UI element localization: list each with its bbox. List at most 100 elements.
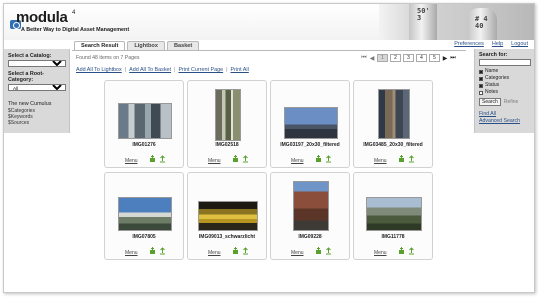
asset-thumbnail[interactable]	[378, 89, 410, 139]
asset-card[interactable]: IMG09228 Menu	[270, 172, 350, 260]
search-input[interactable]	[479, 59, 531, 66]
left-sidebar: Select a Catalog: Select a Root-Category…	[4, 49, 70, 133]
add-to-lightbox-icon[interactable]	[315, 155, 322, 163]
first-page-icon[interactable]: ⏮	[361, 55, 367, 62]
add-to-basket-icon[interactable]	[159, 155, 166, 163]
add-to-lightbox-icon[interactable]	[149, 155, 156, 163]
asset-caption: IMG03197_20x30_filtered	[280, 142, 340, 148]
separator: |	[174, 67, 176, 73]
checkbox-notes[interactable]: Notes	[479, 89, 530, 96]
page-3[interactable]: 3	[403, 54, 414, 62]
asset-card[interactable]: IMG09013_schwarzlicht Menu	[187, 172, 267, 260]
search-button-row: Search Refine	[479, 98, 530, 106]
print-current-page-link[interactable]: Print Current Page	[178, 67, 223, 73]
action-links: Add All To Lightbox | Add All To Basket …	[76, 67, 249, 73]
logo-version: 4	[72, 10, 76, 16]
checkbox-label: Status	[485, 82, 500, 88]
pagination: ⏮ ◀ 1 2 3 4 5 ▶ ⏭	[361, 54, 456, 62]
next-page-icon[interactable]: ▶	[442, 55, 448, 62]
asset-thumbnail[interactable]	[284, 107, 338, 139]
checkbox-name[interactable]: Name	[479, 68, 530, 75]
add-to-lightbox-icon[interactable]	[315, 247, 322, 255]
asset-thumbnail[interactable]	[198, 201, 258, 231]
logo-text: modula	[16, 9, 68, 26]
asset-menu-link[interactable]: Menu	[208, 250, 221, 256]
asset-card[interactable]: IMG03485_20x30_filtered Menu	[353, 80, 433, 168]
asset-caption: IMG11778	[381, 234, 405, 240]
prev-page-icon[interactable]: ◀	[369, 55, 375, 62]
asset-caption: IMG09228	[298, 234, 322, 240]
page-5[interactable]: 5	[429, 54, 440, 62]
asset-menu-link[interactable]: Menu	[291, 250, 304, 256]
add-to-basket-icon[interactable]	[325, 155, 332, 163]
cumulus-title: The new Cumulus	[8, 101, 52, 107]
tab-basket[interactable]: Basket	[166, 41, 200, 50]
add-all-basket-link[interactable]: Add All To Basket	[129, 67, 171, 73]
checkbox-label: Categories	[485, 75, 510, 81]
checkbox-icon[interactable]	[479, 76, 483, 81]
last-page-icon[interactable]: ⏭	[450, 55, 456, 62]
add-to-basket-icon[interactable]	[325, 247, 332, 255]
page-2[interactable]: 2	[390, 54, 401, 62]
find-all-link[interactable]: Find All	[479, 111, 530, 117]
asset-thumbnail[interactable]	[118, 103, 172, 139]
root-category-label: Select a Root-Category:	[8, 71, 44, 83]
tab-search-result[interactable]: Search Result	[74, 41, 126, 50]
tab-lightbox[interactable]: Lightbox	[127, 41, 165, 50]
asset-card[interactable]: IMG01276 Menu	[104, 80, 184, 168]
add-to-lightbox-icon[interactable]	[398, 247, 405, 255]
add-to-basket-icon[interactable]	[242, 247, 249, 255]
checkbox-categories[interactable]: Categories	[479, 75, 530, 82]
page-1[interactable]: 1	[377, 54, 388, 62]
advanced-search-link[interactable]: Advanced Search	[479, 118, 530, 124]
search-label: Search for:	[479, 52, 508, 58]
search-button[interactable]: Search	[479, 98, 501, 106]
asset-card[interactable]: IMG03197_20x30_filtered Menu	[270, 80, 350, 168]
add-to-lightbox-icon[interactable]	[149, 247, 156, 255]
separator: |	[226, 67, 228, 73]
right-sidebar: Search for: Name Categories Status Notes…	[474, 49, 534, 133]
asset-menu-link[interactable]: Menu	[125, 158, 138, 164]
logout-link[interactable]: Logout	[511, 41, 528, 47]
asset-caption: IMG01276	[132, 142, 156, 148]
checkbox-icon[interactable]	[479, 90, 483, 95]
asset-thumbnail[interactable]	[366, 197, 422, 231]
checkbox-label: Notes	[485, 89, 499, 95]
asset-card[interactable]: IMG07805 Menu	[104, 172, 184, 260]
asset-thumbnail[interactable]	[293, 181, 329, 231]
asset-menu-link[interactable]: Menu	[291, 158, 304, 164]
asset-menu-link[interactable]: Menu	[208, 158, 221, 164]
add-to-lightbox-icon[interactable]	[232, 155, 239, 163]
checkbox-label: Name	[485, 68, 499, 74]
preferences-link[interactable]: Preferences	[454, 41, 484, 47]
add-to-lightbox-icon[interactable]	[398, 155, 405, 163]
asset-thumbnail[interactable]	[215, 89, 241, 141]
header-photo: 50' 3 # 4 40	[379, 4, 534, 40]
asset-caption: IMG02518	[215, 142, 239, 148]
cumulus-item-sources[interactable]: $Sources	[8, 120, 65, 126]
checkbox-status[interactable]: Status	[479, 82, 530, 89]
help-link[interactable]: Help	[492, 41, 503, 47]
refine-label: Refine	[503, 99, 519, 105]
asset-thumbnail[interactable]	[118, 197, 172, 231]
app-window: modula 4 A Better Way to Digital Asset M…	[3, 3, 535, 293]
asset-card[interactable]: IMG02518 Menu	[187, 80, 267, 168]
add-all-lightbox-link[interactable]: Add All To Lightbox	[76, 67, 122, 73]
root-category-select[interactable]: All	[8, 84, 66, 91]
catalog-select[interactable]	[8, 60, 66, 67]
asset-menu-link[interactable]: Menu	[125, 250, 138, 256]
checkbox-icon[interactable]	[479, 83, 483, 88]
checkbox-icon[interactable]	[479, 69, 483, 74]
add-to-basket-icon[interactable]	[159, 247, 166, 255]
add-to-basket-icon[interactable]	[408, 155, 415, 163]
asset-card[interactable]: IMG11778 Menu	[353, 172, 433, 260]
asset-menu-link[interactable]: Menu	[374, 158, 387, 164]
asset-menu-link[interactable]: Menu	[374, 250, 387, 256]
add-to-basket-icon[interactable]	[242, 155, 249, 163]
print-all-link[interactable]: Print All	[231, 67, 249, 73]
add-to-basket-icon[interactable]	[408, 247, 415, 255]
add-to-lightbox-icon[interactable]	[232, 247, 239, 255]
page-4[interactable]: 4	[416, 54, 427, 62]
pillar-marking: 50' 3	[417, 7, 430, 22]
tab-divider	[72, 50, 466, 51]
